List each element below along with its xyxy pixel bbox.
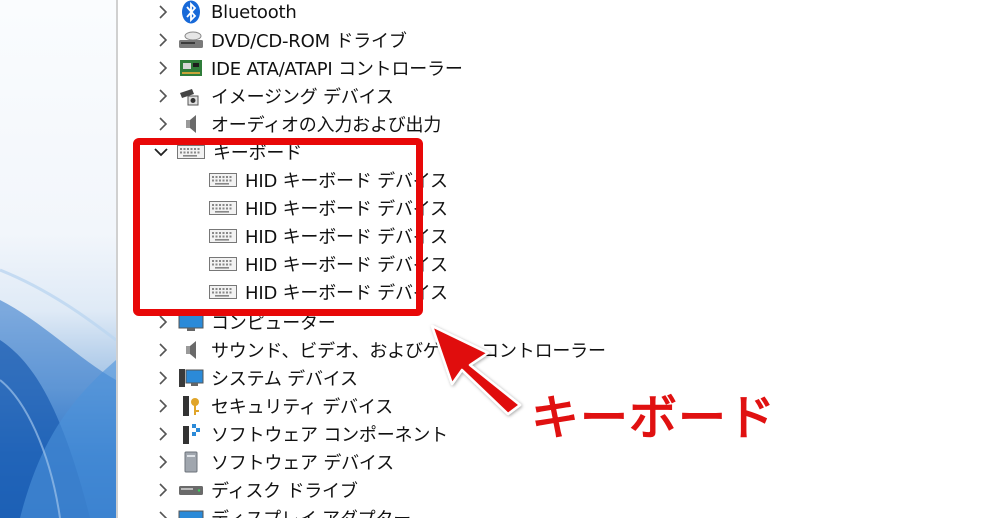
tree-item-label: IDE ATA/ATAPI コントローラー [211,59,463,80]
chevron-right-icon[interactable] [156,483,170,497]
chevron-right-icon[interactable] [156,511,170,518]
tree-item-display-adapters[interactable]: ディスプレイ アダプター [118,504,411,518]
camera-icon [178,85,204,107]
highlight-box [133,138,423,316]
chevron-right-icon[interactable] [156,343,170,357]
tree-item-sound-video-game[interactable]: サウンド、ビデオ、およびゲーム コントローラー [118,336,606,364]
display-adapter-icon [178,507,204,518]
chevron-right-icon[interactable] [156,455,170,469]
tree-item-audio-io[interactable]: オーディオの入力および出力 [118,110,441,138]
callout-label: キーボード [531,390,777,446]
speaker-icon [178,339,204,361]
chevron-right-icon[interactable] [156,371,170,385]
chevron-right-icon[interactable] [156,117,170,131]
chevron-right-icon[interactable] [156,33,170,47]
tree-item-label: オーディオの入力および出力 [211,115,442,136]
tree-item-label: ソフトウェア デバイス [211,453,394,474]
software-device-icon [178,451,204,473]
tree-item-label: Bluetooth [211,1,297,23]
tree-item-ide-controller[interactable]: IDE ATA/ATAPI コントローラー [118,54,463,82]
tree-item-label: セキュリティ デバイス [211,397,393,418]
security-key-icon [178,395,204,417]
tree-item-label: ディスク ドライブ [211,481,358,502]
tree-item-label: ディスプレイ アダプター [211,505,411,518]
tree-item-label: サウンド、ビデオ、およびゲーム コントローラー [211,341,606,362]
tree-item-label: イメージング デバイス [211,87,394,108]
chevron-right-icon[interactable] [156,89,170,103]
speaker-icon [178,113,204,135]
tree-item-disk-drives[interactable]: ディスク ドライブ [118,476,358,504]
tree-item-label: システム デバイス [211,369,358,390]
tree-item-system-devices[interactable]: システム デバイス [118,364,358,392]
tree-item-software-components[interactable]: ソフトウェア コンポーネント [118,420,448,448]
software-component-icon [178,423,204,445]
ide-controller-icon [178,57,204,79]
tree-item-imaging-devices[interactable]: イメージング デバイス [118,82,394,110]
tree-item-dvd-drive[interactable]: DVD/CD-ROM ドライブ [118,26,407,54]
wallpaper-bloom-graphic [0,268,116,518]
chevron-right-icon[interactable] [156,5,170,19]
tree-item-bluetooth[interactable]: Bluetooth [118,0,297,26]
system-device-icon [178,367,204,389]
tree-item-security-devices[interactable]: セキュリティ デバイス [118,392,393,420]
bluetooth-icon [178,0,204,24]
desktop-wallpaper [0,0,116,518]
dvd-drive-icon [178,29,204,51]
chevron-right-icon[interactable] [156,427,170,441]
chevron-right-icon[interactable] [156,399,170,413]
chevron-right-icon[interactable] [156,61,170,75]
tree-item-label: DVD/CD-ROM ドライブ [211,31,407,52]
tree-item-software-devices[interactable]: ソフトウェア デバイス [118,448,394,476]
disk-drive-icon [178,479,204,501]
chevron-right-icon[interactable] [156,315,170,329]
tree-item-label: ソフトウェア コンポーネント [211,425,448,446]
